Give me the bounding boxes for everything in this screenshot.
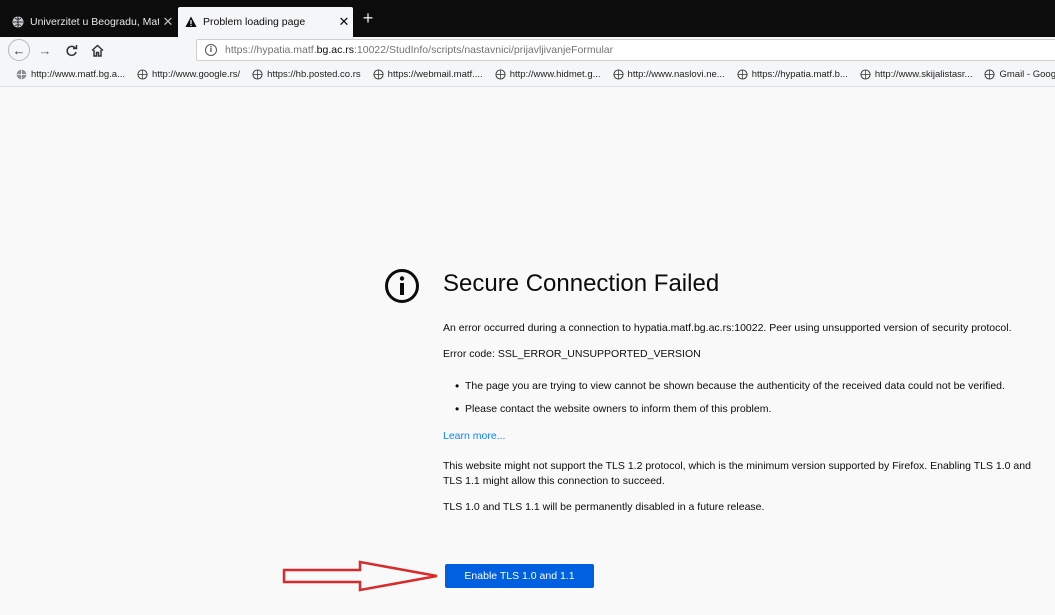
url-prefix: https://hypatia.matf.: [225, 44, 317, 56]
error-bullet-list: The page you are trying to view cannot b…: [455, 379, 1043, 417]
bookmark-label: http://www.google.rs/: [151, 69, 241, 80]
bookmark-label: http://www.skijalistasr...: [874, 69, 973, 80]
tab-problem-loading[interactable]: Problem loading page ✕: [178, 7, 353, 37]
tls-note: This website might not support the TLS 1…: [443, 460, 1031, 487]
error-info-icon: [385, 269, 419, 303]
bookmark-label: http://www.matf.bg.a...: [31, 69, 125, 80]
close-icon[interactable]: ✕: [335, 14, 353, 30]
globe-icon: [252, 69, 263, 80]
bookmark-label: http://www.hidmet.g...: [509, 69, 601, 80]
globe-icon: [495, 69, 506, 80]
bookmark-label: https://hypatia.matf.b...: [751, 69, 848, 80]
globe-icon: [984, 69, 996, 80]
bookmark-item[interactable]: http://www.matf.bg.a...: [16, 69, 125, 80]
reload-icon[interactable]: [62, 40, 80, 60]
tab-bar: Univerzitet u Beogradu, Matem ✕ Problem …: [0, 0, 1055, 37]
enable-tls-button[interactable]: Enable TLS 1.0 and 1.1: [445, 564, 594, 588]
list-item: The page you are trying to view cannot b…: [455, 379, 1043, 394]
bookmark-item[interactable]: https://hypatia.matf.b...: [737, 69, 848, 80]
bookmark-label: Gmail - Google: [999, 69, 1055, 80]
error-description: An error occurred during a connection to…: [443, 322, 1012, 334]
bookmark-item[interactable]: https://webmail.matf....: [373, 69, 483, 80]
warning-icon: [184, 16, 197, 29]
bookmark-item[interactable]: http://www.google.rs/: [137, 69, 240, 80]
back-arrow-icon[interactable]: ←: [8, 39, 30, 61]
bookmark-label: https://webmail.matf....: [387, 69, 483, 80]
tab-title: Problem loading page: [203, 16, 306, 28]
tab-title: Univerzitet u Beogradu, Matem: [30, 16, 159, 28]
tab-univerzitet[interactable]: Univerzitet u Beogradu, Matem ✕: [5, 7, 177, 37]
info-icon[interactable]: i: [205, 44, 217, 56]
globe-icon: [737, 69, 748, 80]
red-arrow-annotation: [282, 560, 438, 592]
bookmark-label: http://www.naslovi.ne...: [627, 69, 725, 80]
bookmark-item[interactable]: https://hb.posted.co.rs: [252, 69, 361, 80]
globe-icon: [137, 69, 148, 80]
error-title: Secure Connection Failed: [443, 270, 720, 297]
tls-disable-note: TLS 1.0 and TLS 1.1 will be permanently …: [443, 501, 765, 513]
error-body: An error occurred during a connection to…: [443, 321, 1043, 526]
list-item: Please contact the website owners to inf…: [455, 402, 1043, 417]
url-suffix: :10022/StudInfo/scripts/nastavnici/prija…: [354, 44, 614, 56]
bookmark-item[interactable]: http://www.naslovi.ne...: [612, 69, 725, 80]
bookmark-label: https://hb.posted.co.rs: [267, 69, 361, 80]
globe-icon: [16, 69, 27, 80]
nav-bar: ← → i https://hypatia.matf. bg.ac.rs:1002…: [0, 37, 1055, 63]
error-code: Error code: SSL_ERROR_UNSUPPORTED_VERSIO…: [443, 348, 701, 360]
bookmark-item[interactable]: http://www.hidmet.g...: [495, 69, 601, 80]
home-icon[interactable]: [88, 40, 106, 60]
new-tab-button[interactable]: +: [358, 8, 378, 30]
forward-arrow-icon[interactable]: →: [36, 40, 54, 60]
close-icon[interactable]: ✕: [159, 14, 177, 30]
globe-icon: [11, 16, 24, 29]
url-bar[interactable]: i https://hypatia.matf. bg.ac.rs:10022/St…: [196, 39, 1055, 61]
url-host: bg.ac.rs: [316, 44, 354, 56]
error-page: Secure Connection Failed An error occurr…: [0, 88, 1055, 615]
bookmarks-bar: http://www.matf.bg.a... http://www.googl…: [0, 63, 1055, 87]
bookmark-item[interactable]: http://www.skijalistasr...: [860, 69, 973, 80]
globe-icon: [612, 69, 624, 80]
globe-icon: [373, 69, 384, 80]
learn-more-link[interactable]: Learn more...: [443, 429, 505, 444]
globe-icon: [860, 69, 871, 80]
bookmark-item[interactable]: Gmail - Google: [984, 69, 1055, 80]
